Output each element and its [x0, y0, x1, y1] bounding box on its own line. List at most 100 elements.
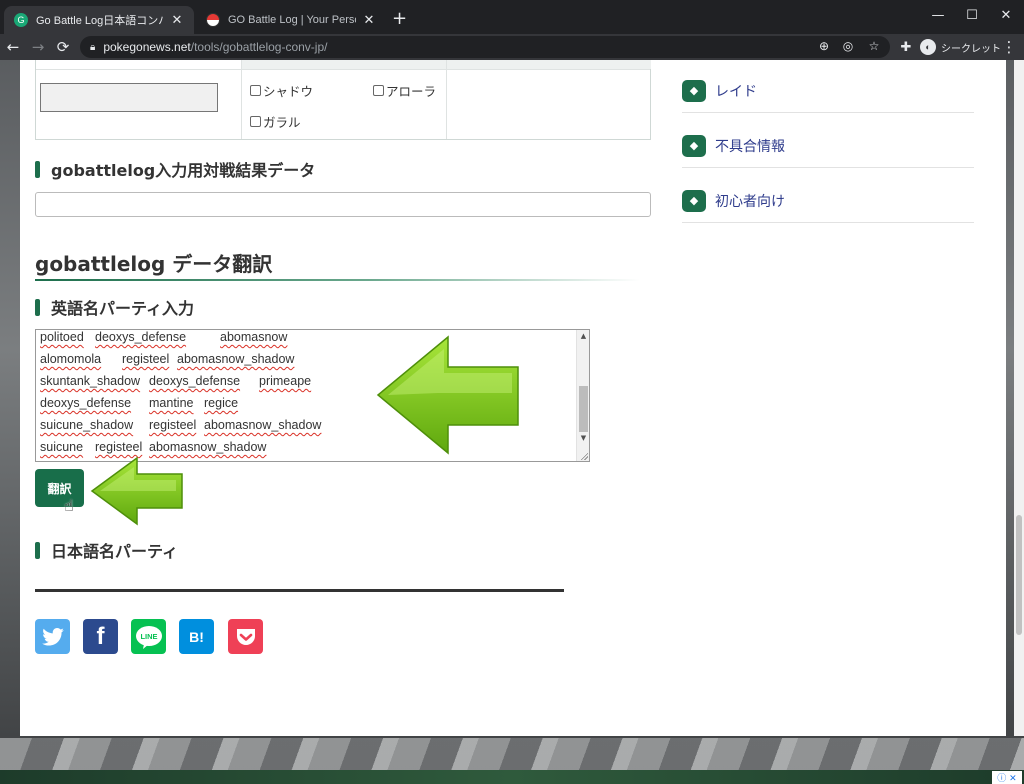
heading-text: 英語名パーティ入力 — [51, 299, 195, 318]
hatena-bookmark-icon: B! — [189, 628, 204, 645]
checkbox-label: ガラル — [263, 115, 301, 130]
pokemon-name: suicune_shadow — [40, 418, 134, 432]
pokemon-name: abomasnow — [220, 330, 288, 344]
tab-close-icon[interactable]: ✕ — [170, 12, 184, 28]
pokemon-name: deoxys_defense — [149, 374, 241, 388]
section-divider — [35, 589, 564, 592]
incognito-label: シークレット — [941, 43, 1001, 55]
scroll-down-icon[interactable]: ▼ — [577, 434, 589, 442]
tab-go-battle-log-converter[interactable]: G Go Battle Log日本語コンバーター｜ ✕ — [4, 6, 194, 34]
table-divider — [36, 69, 650, 70]
translate-button[interactable]: 翻訳 — [35, 469, 84, 507]
tag-icon: ◆ — [682, 79, 706, 102]
english-party-input-heading: 英語名パーティ入力 — [35, 295, 194, 319]
pokemon-name: regice — [204, 396, 239, 410]
sidebar-item-beginners[interactable]: ◆ 初心者向け — [682, 179, 974, 223]
heading-accent-bar — [35, 160, 40, 178]
translate-section-title: gobattlelog データ翻訳 — [35, 252, 273, 276]
heading-accent-bar — [35, 541, 40, 559]
site-favicon-icon: G — [14, 13, 28, 27]
twitter-icon — [41, 627, 64, 646]
heading-text: gobattlelog入力用対戦結果データ — [51, 161, 316, 180]
url-host: pokegonews.net — [103, 40, 191, 54]
pokemon-name: skuntank_shadow — [40, 374, 141, 388]
url-path: /tools/gobattlelog-conv-jp/ — [190, 40, 328, 54]
tab-close-icon[interactable]: ✕ — [362, 12, 376, 28]
party-settings-table: シャドウ アローラ ガラル — [35, 60, 651, 140]
pokemon-name: deoxys_defense — [95, 330, 187, 344]
eye-off-icon[interactable]: ◎ — [840, 39, 856, 53]
battle-data-output-field[interactable] — [35, 192, 651, 217]
hand-cursor-icon: ☝ — [64, 496, 74, 515]
sidebar-item-raid[interactable]: ◆ レイド — [682, 69, 974, 113]
checkbox-label: アローラ — [386, 84, 437, 99]
zoom-icon[interactable]: ⊕ — [816, 39, 832, 53]
page-scrollbar[interactable] — [1014, 60, 1024, 736]
pokemon-name: alomomola — [40, 352, 102, 366]
pocket-icon — [236, 628, 255, 645]
party-name-input[interactable] — [40, 83, 218, 112]
alola-checkbox[interactable]: アローラ — [373, 81, 436, 100]
incognito-icon: ◐ — [920, 39, 936, 55]
page-scrollbar-thumb[interactable] — [1016, 515, 1022, 635]
forward-arrow-icon[interactable]: → — [27, 36, 49, 58]
reload-icon[interactable]: ⟳ — [52, 36, 74, 58]
line-icon: LINE — [135, 625, 162, 649]
pokemon-name: registeel — [122, 352, 170, 366]
textarea-scrollbar-thumb[interactable] — [579, 386, 588, 432]
new-tab-button[interactable]: + — [392, 8, 407, 29]
incognito-badge[interactable]: ◐ シークレット — [920, 36, 1001, 58]
pokemon-name: primeape — [259, 374, 312, 388]
browser-tab-strip: G Go Battle Log日本語コンバーター｜ ✕ GO Battle Lo… — [0, 0, 1024, 34]
pokemon-name: registeel — [95, 440, 143, 454]
pokemon-name: abomasnow_shadow — [149, 440, 267, 454]
sidebar-item-bug-info[interactable]: ◆ 不具合情報 — [682, 124, 974, 168]
hatena-bookmark-share-button[interactable]: B! — [179, 619, 214, 654]
heading-text: 日本語名パーティ — [51, 542, 179, 561]
line-logo-text: LINE — [140, 632, 157, 641]
pokemon-name: abomasnow_shadow — [204, 418, 322, 432]
pokemon-name: politoed — [40, 330, 84, 344]
checkbox-box[interactable] — [373, 85, 384, 96]
line-share-button[interactable]: LINE — [131, 619, 166, 654]
table-divider — [446, 60, 447, 139]
table-divider — [241, 60, 242, 139]
ad-info-close-icon[interactable]: ⓘ ✕ — [992, 771, 1022, 784]
pokemon-name: suicune — [40, 440, 84, 454]
back-arrow-icon[interactable]: ← — [2, 36, 24, 58]
pokemon-name: deoxys_defense — [40, 396, 132, 410]
textarea-scrollbar[interactable]: ▲ ▼ — [576, 330, 589, 461]
browser-toolbar: ← → ⟳ 🔒︎ pokegonews.net/tools/gobattlelo… — [0, 34, 1024, 60]
galar-checkbox[interactable]: ガラル — [250, 112, 301, 131]
sidebar-item-label[interactable]: 初心者向け — [715, 191, 785, 211]
sidebar-item-label[interactable]: 不具合情報 — [715, 136, 785, 156]
ad-banner-strip[interactable] — [0, 770, 1024, 784]
address-bar[interactable]: 🔒︎ pokegonews.net/tools/gobattlelog-conv… — [80, 36, 890, 58]
twitter-share-button[interactable] — [35, 619, 70, 654]
extensions-puzzle-icon[interactable]: ✚ — [895, 36, 917, 58]
battle-data-heading: gobattlelog入力用対戦結果データ — [35, 157, 315, 181]
annotation-arrow-left-icon — [90, 456, 183, 526]
checkbox-label: シャドウ — [263, 84, 314, 99]
resize-handle-icon[interactable] — [580, 452, 588, 460]
annotation-arrow-left-icon — [376, 335, 519, 455]
japanese-party-heading: 日本語名パーティ — [35, 538, 178, 562]
scroll-up-icon[interactable]: ▲ — [577, 332, 589, 340]
sidebar-item-label[interactable]: レイド — [715, 81, 757, 101]
pokemon-name: mantine — [149, 396, 194, 410]
window-close-button[interactable]: ✕ — [984, 0, 1024, 30]
facebook-icon: f — [96, 622, 105, 650]
tab-title: Go Battle Log日本語コンバーター｜ — [36, 15, 164, 27]
checkbox-box[interactable] — [250, 116, 261, 127]
menu-kebab-icon[interactable]: ⋮ — [998, 36, 1020, 58]
facebook-share-button[interactable]: f — [83, 619, 118, 654]
checkbox-box[interactable] — [250, 85, 261, 96]
tag-icon: ◆ — [682, 134, 706, 157]
tab-go-battle-log[interactable]: GO Battle Log | Your Personal Ba ✕ — [196, 6, 386, 34]
lock-icon: 🔒︎ — [90, 41, 96, 53]
tab-title: GO Battle Log | Your Personal Ba — [228, 14, 356, 26]
bookmark-star-icon[interactable]: ☆ — [866, 39, 882, 53]
pocket-share-button[interactable] — [228, 619, 263, 654]
pokeball-favicon-icon — [206, 13, 220, 27]
shadow-checkbox[interactable]: シャドウ — [250, 81, 313, 100]
